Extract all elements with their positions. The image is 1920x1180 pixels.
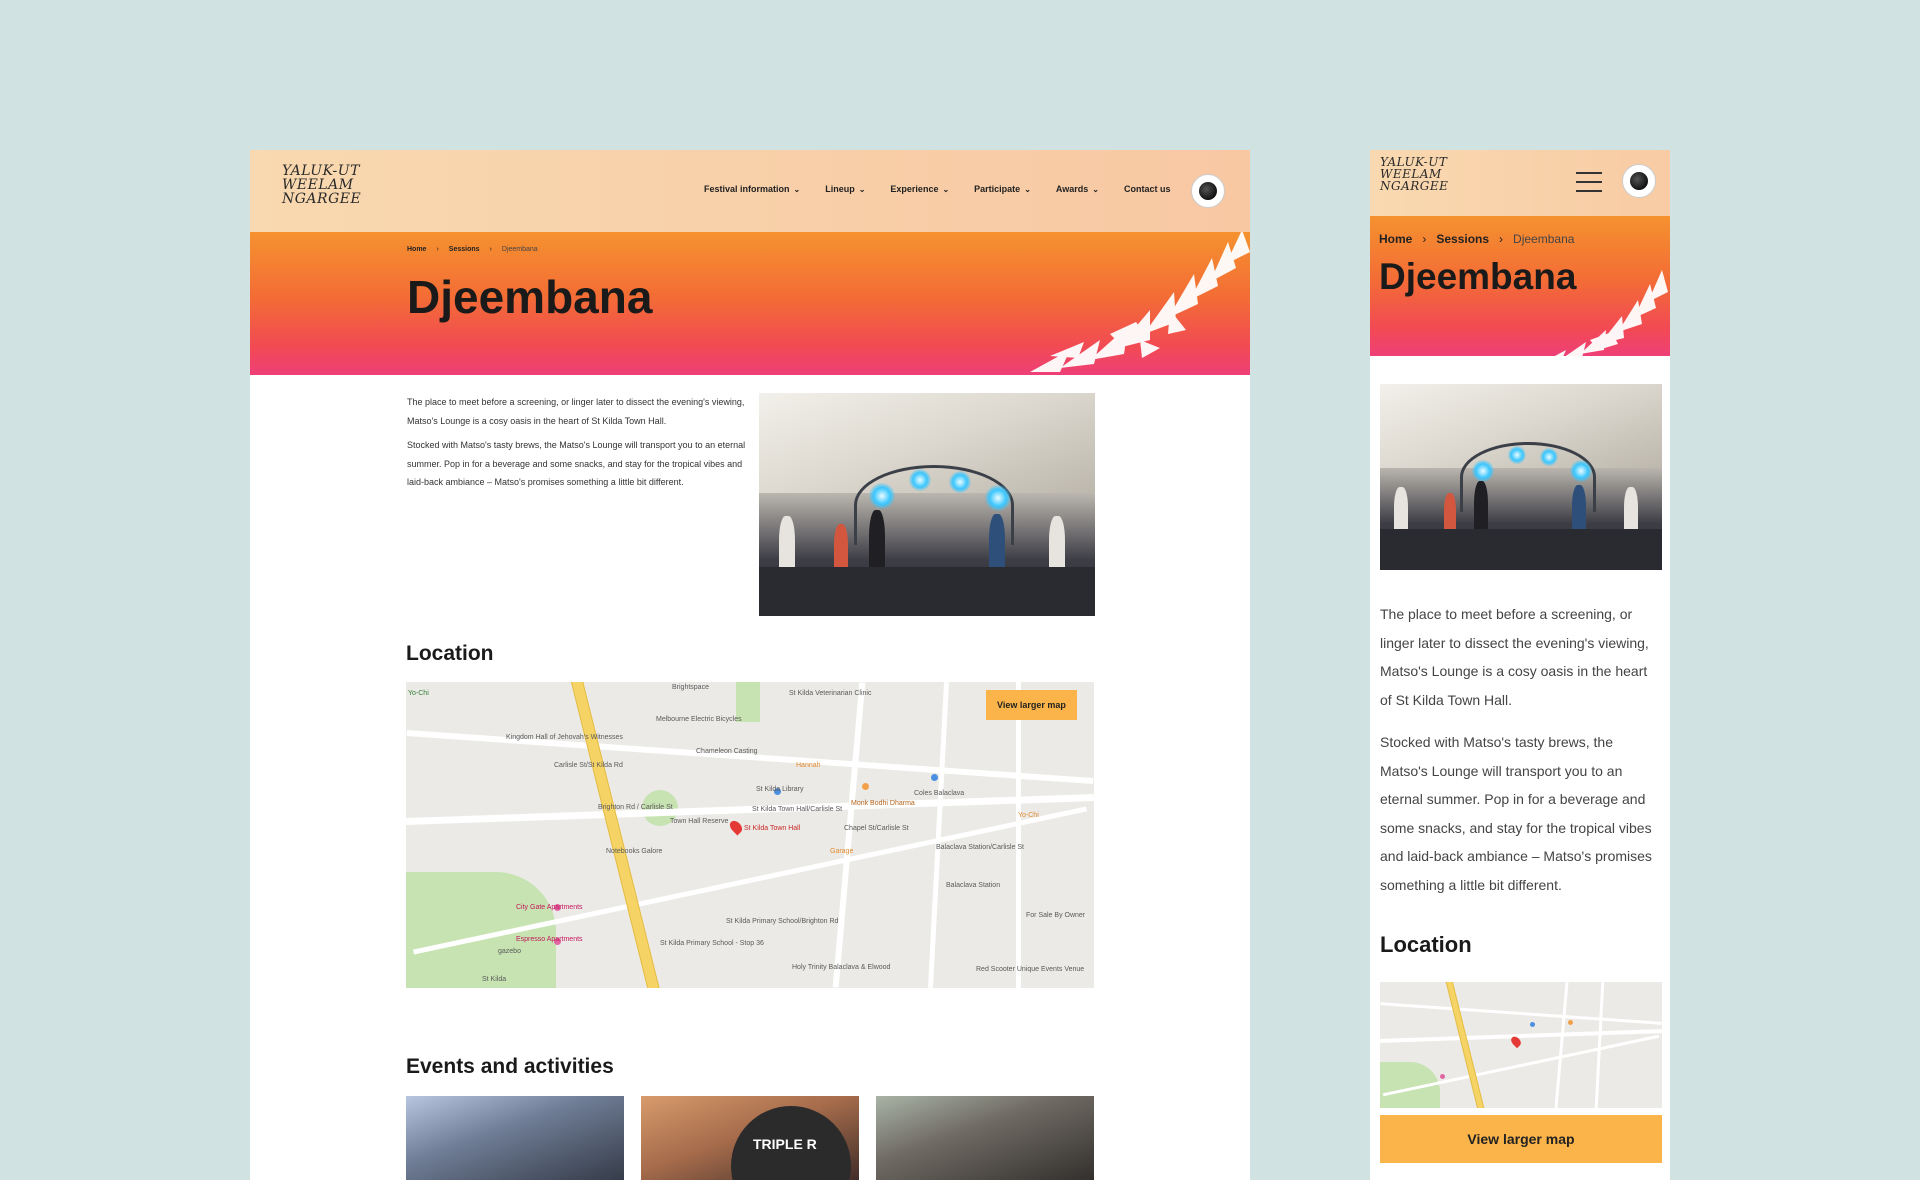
leaf-decoration-icon [1030, 232, 1250, 372]
intro-paragraph: The place to meet before a screening, or… [407, 397, 745, 426]
events-heading: Events and activities [406, 1055, 614, 1078]
intro-paragraph: Stocked with Matso's tasty brews, the Ma… [1380, 734, 1652, 893]
logo-line-3: NGARGEE [282, 191, 362, 207]
page-hero: Home › Sessions › Djeembana Djeembana [1370, 216, 1670, 356]
breadcrumb-separator: › [436, 246, 439, 253]
chevron-down-icon: ⌄ [1024, 185, 1031, 194]
breadcrumb: Home › Sessions › Djeembana [407, 246, 538, 253]
council-badge-icon[interactable] [1622, 164, 1656, 198]
location-map[interactable]: Yo-Chi Brightspace St Kilda Veterinarian… [406, 682, 1094, 988]
nav-item-awards[interactable]: Awards ⌄ [1056, 184, 1099, 194]
intro-paragraph: Stocked with Matso's tasty brews, the Ma… [407, 440, 746, 487]
logo-line-3: NGARGEE [1380, 179, 1449, 193]
council-badge-icon[interactable] [1191, 174, 1225, 208]
breadcrumb-separator: › [489, 246, 492, 253]
event-card[interactable]: TRIPLE R [641, 1096, 859, 1180]
map-pin-icon[interactable] [727, 818, 745, 836]
hamburger-icon[interactable] [1576, 172, 1602, 192]
location-map[interactable] [1380, 982, 1662, 1108]
leaf-decoration-icon [1554, 270, 1668, 356]
view-larger-map-button[interactable]: View larger map [986, 690, 1077, 720]
breadcrumb-sessions[interactable]: Sessions [1436, 232, 1489, 246]
breadcrumb-separator: › [1499, 232, 1504, 246]
nav-item-participate[interactable]: Participate ⌄ [974, 184, 1031, 194]
event-card[interactable] [876, 1096, 1094, 1180]
intro-text: The place to meet before a screening, or… [1380, 600, 1662, 899]
location-heading: Location [1380, 932, 1472, 957]
breadcrumb-home[interactable]: Home [1379, 232, 1412, 246]
page-title: Djeembana [407, 271, 653, 323]
logo-line-2: WEELAM [282, 177, 354, 193]
chevron-down-icon: ⌄ [858, 185, 866, 194]
nav-item-lineup[interactable]: Lineup ⌄ [825, 184, 865, 194]
event-card[interactable] [406, 1096, 624, 1180]
chevron-down-icon: ⌄ [1092, 185, 1099, 194]
intro-paragraph: The place to meet before a screening, or… [1380, 606, 1649, 708]
logo-line-1: YALUK-UT [282, 163, 360, 179]
main-nav: Festival information ⌄ Lineup ⌄ Experience… [704, 184, 1195, 194]
site-logo[interactable]: YALUK-UT WEELAM NGARGEE [1380, 156, 1448, 192]
site-logo[interactable]: YALUK-UT WEELAM NGARGEE [282, 164, 361, 206]
nav-item-festival-information[interactable]: Festival information ⌄ [704, 184, 800, 194]
site-header: YALUK-UT WEELAM NGARGEE [1370, 150, 1670, 216]
chevron-down-icon: ⌄ [942, 185, 950, 194]
breadcrumb-separator: › [1422, 232, 1427, 246]
location-heading: Location [406, 642, 494, 665]
chevron-down-icon: ⌄ [793, 185, 801, 194]
venue-photo [1380, 384, 1662, 570]
card-overlay-text: TRIPLE R [753, 1136, 817, 1152]
breadcrumb-current: Djeembana [1513, 232, 1575, 246]
view-larger-map-button[interactable]: View larger map [1380, 1115, 1662, 1163]
venue-photo [759, 393, 1095, 616]
desktop-page: YALUK-UT WEELAM NGARGEE Festival informa… [250, 150, 1250, 1180]
breadcrumb-sessions[interactable]: Sessions [449, 246, 480, 253]
breadcrumb: Home › Sessions › Djeembana [1379, 232, 1574, 246]
mobile-page: YALUK-UT WEELAM NGARGEE Home › Sessions … [1370, 150, 1670, 1180]
site-header: YALUK-UT WEELAM NGARGEE Festival informa… [250, 150, 1250, 232]
breadcrumb-home[interactable]: Home [407, 246, 426, 253]
nav-item-contact-us[interactable]: Contact us [1124, 184, 1171, 194]
breadcrumb-current: Djeembana [501, 246, 538, 253]
nav-item-experience[interactable]: Experience ⌄ [890, 184, 949, 194]
page-hero: Home › Sessions › Djeembana Djeembana [250, 232, 1250, 375]
